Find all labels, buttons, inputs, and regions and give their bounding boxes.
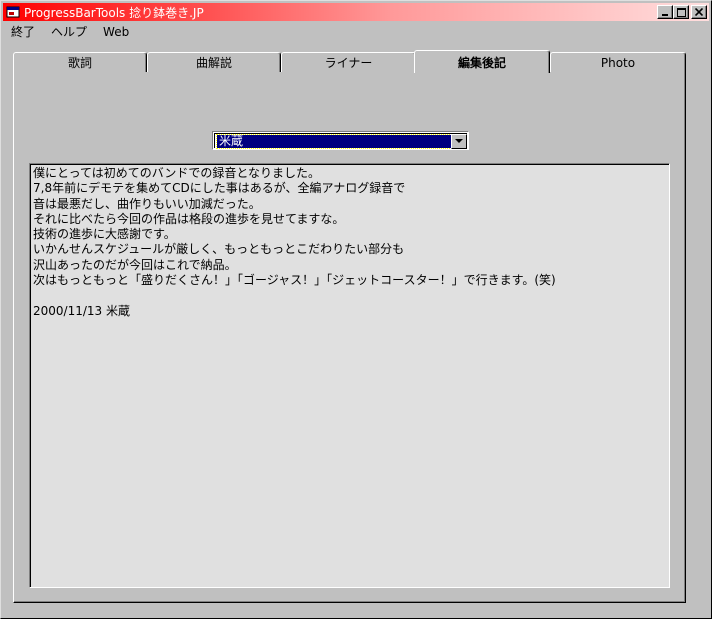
app-window: ProgressBarTools 捻り鉢巻き.JP 終了 ヘルプ Web 歌詞 … bbox=[0, 0, 712, 619]
tab-lyrics[interactable]: 歌詞 bbox=[13, 52, 147, 72]
postscript-textarea[interactable]: 僕にとっては初めてのバンドでの録音となりました。 7,8年前にデモテを集めてCD… bbox=[29, 163, 670, 588]
author-select-value[interactable]: 米蔵 bbox=[216, 134, 452, 149]
tab-liner[interactable]: ライナー bbox=[281, 52, 416, 72]
menu-bar: 終了 ヘルプ Web bbox=[3, 22, 709, 41]
tab-editors-postscript[interactable]: 編集後記 bbox=[414, 50, 550, 73]
tab-photo[interactable]: Photo bbox=[550, 52, 686, 72]
minimize-button[interactable] bbox=[657, 5, 673, 19]
author-select-dropdown-button[interactable] bbox=[451, 134, 467, 149]
minimize-icon bbox=[662, 14, 668, 16]
tab-song-notes[interactable]: 曲解説 bbox=[147, 52, 281, 72]
maximize-icon bbox=[676, 7, 686, 17]
postscript-text[interactable]: 僕にとっては初めてのバンドでの録音となりました。 7,8年前にデモテを集めてCD… bbox=[30, 164, 669, 587]
maximize-button[interactable] bbox=[673, 5, 689, 19]
app-window-icon[interactable] bbox=[6, 5, 20, 19]
author-select[interactable]: 米蔵 bbox=[212, 131, 469, 150]
title-bar[interactable]: ProgressBarTools 捻り鉢巻き.JP bbox=[3, 3, 709, 21]
menu-item-help[interactable]: ヘルプ bbox=[43, 23, 95, 40]
author-select-field[interactable]: 米蔵 bbox=[214, 133, 467, 149]
window-controls bbox=[657, 5, 707, 19]
chevron-down-icon bbox=[455, 139, 463, 143]
window-title: ProgressBarTools 捻り鉢巻き.JP bbox=[24, 5, 204, 20]
menu-item-exit[interactable]: 終了 bbox=[3, 23, 43, 40]
close-icon bbox=[695, 8, 703, 16]
close-button[interactable] bbox=[691, 5, 707, 19]
tab-strip: 歌詞 曲解説 ライナー 編集後記 Photo bbox=[13, 50, 686, 73]
menu-item-web[interactable]: Web bbox=[95, 25, 137, 39]
